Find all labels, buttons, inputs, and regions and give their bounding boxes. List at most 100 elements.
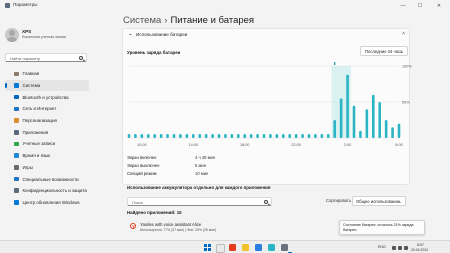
x-tick-label: 10:00 bbox=[137, 143, 147, 147]
wifi-icon[interactable] bbox=[392, 245, 396, 250]
close-button[interactable]: ✕ bbox=[432, 0, 446, 12]
sidebar-item-label: Bluetooth и устройства bbox=[22, 94, 69, 100]
sort-value: Общее использование bbox=[356, 199, 401, 204]
summary-label: Экран включен bbox=[127, 155, 157, 160]
sidebar-item[interactable]: Время и язык bbox=[5, 150, 89, 162]
battery-level-chart: 100% 50% 10:00 14:00 18:00 22:00 2:00 6:00 bbox=[127, 62, 412, 147]
settings-search-input[interactable]: Найти параметр bbox=[5, 53, 87, 62]
battery-bar bbox=[333, 120, 337, 138]
home-icon bbox=[14, 71, 19, 77]
sidebar-item[interactable]: Специальные возможности bbox=[5, 173, 89, 185]
chart-icon: ⌁ bbox=[129, 32, 133, 38]
sort-label: Сортировать bbox=[326, 198, 352, 203]
sidebar-item-label: Специальные возможности bbox=[22, 176, 79, 182]
sidebar-item-label: Персонализация bbox=[22, 118, 57, 124]
yandex-app-icon bbox=[130, 223, 136, 229]
gamepad-icon bbox=[14, 165, 19, 170]
period-select[interactable]: Последние 24 часа ⌄ bbox=[360, 46, 408, 56]
battery-icon[interactable] bbox=[404, 245, 408, 250]
battery-bar bbox=[346, 74, 349, 138]
globe-icon bbox=[14, 153, 19, 158]
clock-time[interactable]: 8:57 bbox=[417, 243, 424, 247]
sidebar-item[interactable]: Учетные записи bbox=[5, 138, 89, 150]
battery-bar bbox=[269, 134, 272, 138]
sidebar-item[interactable]: Главная bbox=[5, 68, 89, 80]
y-tick-label: 50% bbox=[402, 101, 410, 105]
sidebar-item-label: Центр обновления Windows bbox=[22, 199, 80, 205]
battery-bar bbox=[153, 134, 157, 138]
battery-bar bbox=[236, 134, 240, 138]
usage-header[interactable]: Использование батареи bbox=[136, 32, 187, 37]
battery-bar bbox=[230, 134, 234, 138]
account-icon bbox=[14, 141, 19, 147]
summary-value: 4 ч 49 мин bbox=[195, 155, 216, 160]
battery-bar bbox=[314, 134, 317, 138]
battery-bar bbox=[256, 134, 259, 138]
sidebar-item-label: Система bbox=[22, 83, 41, 89]
x-tick-label: 22:00 bbox=[291, 143, 301, 147]
app-usage: Используется: 77% (37 мин) | Фон: 25% (2… bbox=[140, 228, 216, 232]
breadcrumb-parent[interactable]: Система bbox=[123, 15, 161, 26]
bluetooth-icon bbox=[14, 94, 19, 100]
battery-bar bbox=[166, 134, 169, 138]
input-language[interactable]: ENG bbox=[378, 245, 386, 249]
app-list-item[interactable]: Yandex with voice assistant Alice Исполь… bbox=[126, 220, 336, 235]
sidebar-item[interactable]: Центр обновления Windows bbox=[5, 197, 89, 209]
battery-bar bbox=[281, 134, 285, 138]
battery-bar bbox=[359, 130, 362, 138]
yandex-browser-icon[interactable] bbox=[229, 244, 236, 251]
minimize-button[interactable]: — bbox=[396, 0, 410, 12]
app-icon[interactable] bbox=[268, 244, 275, 251]
battery-bar bbox=[391, 127, 394, 138]
sidebar-item[interactable]: Bluetooth и устройства bbox=[5, 91, 89, 103]
maximize-button[interactable]: ☐ bbox=[413, 0, 427, 12]
sidebar-item[interactable]: Сеть и Интернет bbox=[5, 103, 89, 115]
battery-bar bbox=[204, 134, 208, 138]
update-icon bbox=[14, 200, 19, 205]
start-button[interactable] bbox=[204, 244, 211, 251]
settings-taskbar-icon[interactable] bbox=[281, 244, 288, 251]
app-search-placeholder: Поиск bbox=[132, 199, 144, 205]
clock-date[interactable]: 20.04.2024 bbox=[411, 248, 428, 252]
breadcrumb-separator: › bbox=[164, 15, 168, 26]
sidebar-item-label: Приложения bbox=[22, 129, 49, 135]
settings-window: Параметры — ☐ ✕ XPS Локальная учетная за… bbox=[0, 0, 450, 240]
apps-icon bbox=[14, 130, 19, 135]
sidebar-item-label: Сеть и Интернет bbox=[22, 106, 57, 112]
file-explorer-icon[interactable] bbox=[216, 244, 225, 253]
sidebar-item[interactable]: Приложения bbox=[5, 126, 89, 138]
battery-bar bbox=[217, 134, 221, 138]
sort-select[interactable]: Общее использование ⌄ bbox=[352, 196, 406, 206]
battery-tooltip: Состояние батареи: осталось 21% заряда б… bbox=[339, 220, 425, 235]
battery-bar bbox=[397, 123, 401, 138]
sidebar-item[interactable]: Игры bbox=[5, 162, 89, 174]
window-title: Параметры bbox=[13, 2, 38, 7]
wifi-icon bbox=[14, 106, 19, 112]
y-tick-label: 100% bbox=[402, 65, 412, 69]
tooltip-text: Состояние батареи: осталось 21% заряда б… bbox=[343, 223, 414, 232]
sidebar-nav: Главная Система Bluetooth и устройства Сеть… bbox=[5, 68, 89, 208]
profile-subtitle: Локальная учетная запись bbox=[22, 35, 67, 39]
battery-bar bbox=[378, 102, 382, 138]
battery-bar bbox=[249, 134, 253, 138]
sidebar-item-label: Игры bbox=[22, 164, 33, 170]
battery-bar bbox=[365, 109, 369, 138]
store-icon[interactable] bbox=[255, 244, 262, 251]
battery-bar bbox=[320, 134, 324, 138]
folder-icon[interactable] bbox=[242, 244, 249, 251]
battery-bar bbox=[339, 98, 343, 138]
battery-bar bbox=[288, 134, 292, 138]
battery-bar bbox=[301, 134, 304, 138]
sidebar-item[interactable]: Конфиденциальность и защита bbox=[5, 185, 89, 197]
battery-bar bbox=[179, 134, 182, 138]
sidebar-item[interactable]: Персонализация bbox=[5, 115, 89, 127]
app-search-input[interactable]: Поиск bbox=[127, 197, 272, 206]
chevron-up-icon[interactable]: ˄ bbox=[402, 31, 405, 37]
avatar bbox=[5, 28, 19, 42]
accessibility-icon bbox=[14, 176, 19, 182]
summary-value: 10 мин bbox=[195, 171, 209, 176]
charging-marker bbox=[334, 62, 336, 65]
sidebar-item[interactable]: Система bbox=[5, 79, 89, 92]
sidebar-item-label: Время и язык bbox=[22, 153, 51, 159]
volume-icon[interactable] bbox=[398, 245, 402, 250]
